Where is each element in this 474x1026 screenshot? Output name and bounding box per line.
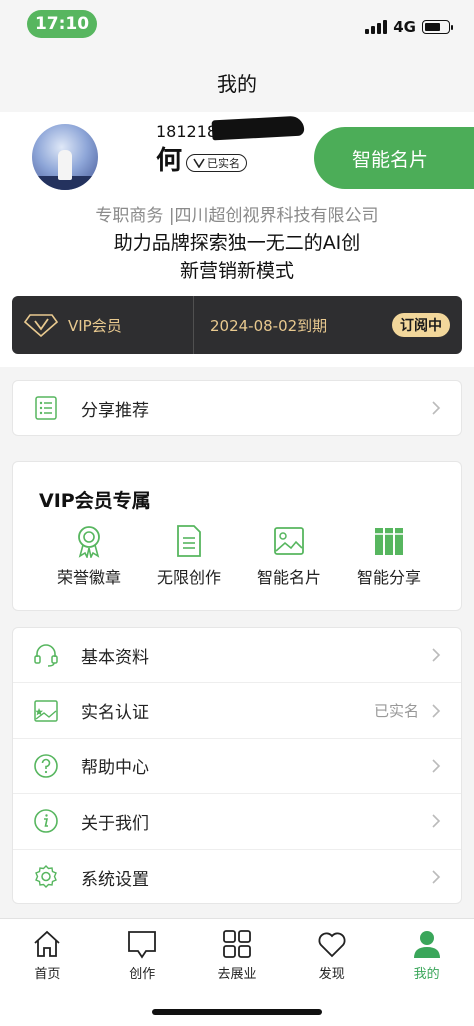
tab-label: 我的 [413, 967, 440, 982]
heart-icon [318, 932, 346, 958]
feature-smart-card[interactable]: 智能名片 [239, 524, 339, 588]
settings-menu: 基本资料 实名认证 已实名 帮助中心 关于我们 系统设置 [12, 627, 462, 904]
feature-unlimited-create[interactable]: 无限创作 [139, 524, 239, 588]
slogan-line-2: 新营销新模式 [179, 260, 294, 282]
signal-icon [365, 20, 388, 34]
menu-item-settings[interactable]: 系统设置 [13, 850, 461, 905]
menu-item-about[interactable]: 关于我们 [13, 794, 461, 850]
tab-create[interactable]: 创作 [95, 919, 190, 988]
phone-number: 181218 [156, 122, 218, 141]
menu-label: 基本资料 [81, 647, 149, 668]
slogan-line-1: 助力品牌探索独一无二的AI创 [113, 232, 361, 254]
chevron-right-icon [432, 814, 441, 828]
tab-label: 去展业 [217, 967, 257, 982]
feature-label: 荣誉徽章 [56, 568, 121, 587]
status-time: 17:10 [27, 10, 97, 38]
menu-label: 系统设置 [81, 869, 149, 890]
battery-icon [422, 20, 453, 34]
vip-exclusive-card: VIP会员专属 荣誉徽章 无限创作 智能名片 智能分享 [12, 461, 462, 611]
page-title: 我的 [217, 71, 257, 96]
vip-bar[interactable]: VIP会员 2024-08-02到期 订阅中 [12, 296, 462, 354]
tab-label: 创作 [129, 967, 156, 982]
home-indicator-area [0, 988, 474, 1026]
grid-icon [223, 930, 251, 958]
vip-member: VIP会员 [12, 296, 194, 354]
status-indicators: 4G [365, 18, 453, 36]
id-image-icon [34, 699, 58, 722]
tab-business[interactable]: 去展业 [190, 919, 285, 988]
user-name: 何 [156, 146, 183, 176]
vip-expire-date: 2024-08-02到期 [210, 316, 328, 335]
feature-label: 智能名片 [256, 568, 321, 587]
medal-icon [78, 526, 100, 558]
help-icon [34, 754, 58, 778]
company-text: 专职商务 |四川超创视界科技有限公司 [95, 206, 379, 226]
menu-label: 帮助中心 [81, 758, 149, 779]
tab-discover[interactable]: 发现 [284, 919, 379, 988]
list-icon [35, 396, 57, 420]
verified-badge: 已实名 [186, 153, 248, 172]
tab-home[interactable]: 首页 [0, 919, 95, 988]
gear-icon [35, 865, 57, 889]
check-v-icon [193, 158, 205, 168]
books-icon [375, 528, 403, 555]
headset-icon [34, 644, 58, 667]
name-row: 何 已实名 [156, 140, 248, 177]
user-icon [413, 931, 440, 958]
share-recommend-row[interactable]: 分享推荐 [12, 380, 462, 436]
smart-card-button[interactable]: 智能名片 [314, 127, 474, 189]
chevron-right-icon [432, 870, 441, 884]
vip-features: 荣誉徽章 无限创作 智能名片 智能分享 [39, 524, 439, 588]
home-indicator[interactable] [152, 1009, 322, 1015]
create-icon [128, 931, 157, 959]
image-icon [274, 527, 304, 555]
menu-value: 已实名 [373, 702, 419, 721]
network-type: 4G [393, 18, 416, 36]
menu-item-real-name[interactable]: 实名认证 已实名 [13, 683, 461, 739]
vip-diamond-icon [24, 314, 58, 337]
feature-label: 智能分享 [356, 568, 421, 587]
vip-label: VIP会员 [68, 316, 122, 335]
slogan: 助力品牌探索独一无二的AI创 新营销新模式 [0, 229, 474, 285]
feature-honor-badge[interactable]: 荣誉徽章 [39, 524, 139, 588]
feature-label: 无限创作 [156, 568, 221, 587]
menu-item-help[interactable]: 帮助中心 [13, 739, 461, 795]
feature-smart-share[interactable]: 智能分享 [339, 524, 439, 588]
nav-bar: 我的 [0, 52, 474, 112]
menu-item-basic-info[interactable]: 基本资料 [13, 628, 461, 684]
chevron-right-icon [432, 401, 441, 415]
share-label: 分享推荐 [81, 400, 149, 421]
tab-label: 首页 [34, 967, 61, 982]
chevron-right-icon [432, 704, 441, 718]
chevron-right-icon [432, 648, 441, 662]
verified-label: 已实名 [207, 156, 241, 170]
document-icon [177, 525, 201, 557]
tab-label: 发现 [318, 967, 345, 982]
subscribe-button[interactable]: 订阅中 [392, 313, 450, 337]
tab-mine[interactable]: 我的 [379, 919, 474, 988]
vip-card-title: VIP会员专属 [39, 490, 151, 512]
chevron-right-icon [432, 759, 441, 773]
menu-label: 关于我们 [81, 813, 149, 834]
status-bar: 17:10 4G [0, 0, 474, 52]
info-icon [34, 809, 58, 834]
avatar[interactable] [32, 124, 98, 190]
tab-bar: 首页 创作 去展业 发现 我的 [0, 918, 474, 988]
home-icon [34, 930, 60, 957]
menu-label: 实名认证 [81, 703, 149, 724]
